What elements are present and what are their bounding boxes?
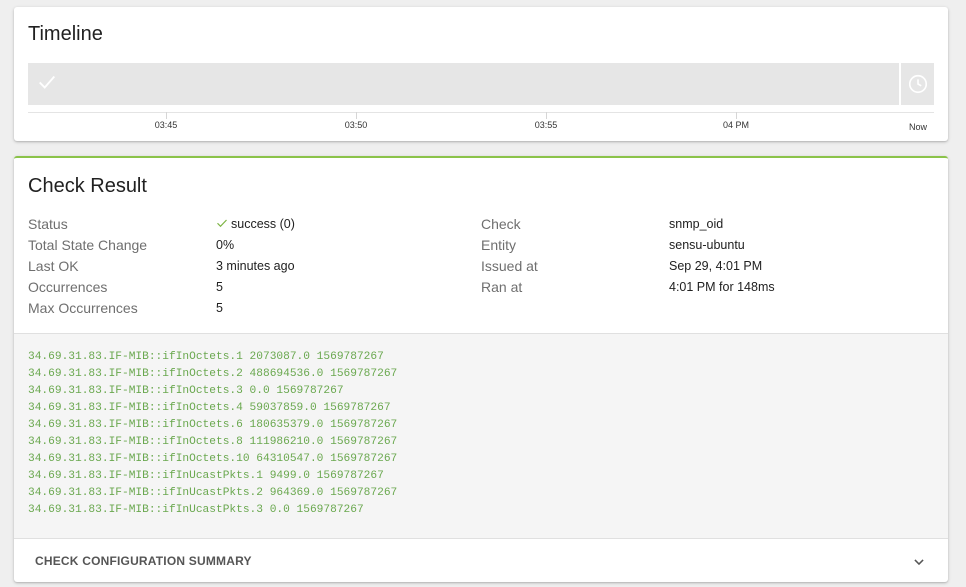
timeline-card: Timeline 03:45 03:50 03:55 04 PM Now (14, 7, 948, 141)
timeline-title: Timeline (28, 23, 103, 45)
left-labels: Status Total State Change Last OK Occurr… (28, 214, 147, 319)
left-values: success (0) 0% 3 minutes ago 5 5 (216, 214, 295, 319)
last-ok-value: 3 minutes ago (216, 259, 295, 273)
total-state-change-label: Total State Change (28, 237, 148, 253)
total-state-change-value: 0% (216, 238, 235, 252)
timeline-tick (546, 112, 547, 119)
timeline-tick (736, 112, 737, 119)
output-line: 34.69.31.83.IF-MIB::ifInOctets.1 2073087… (28, 351, 384, 363)
issued-at-value: Sep 29, 4:01 PM (669, 259, 763, 273)
check-label: Check (481, 216, 521, 232)
max-occurrences-value: 5 (216, 301, 223, 315)
timeline-tick-label: 04 PM (722, 120, 750, 130)
check-configuration-summary-toggle[interactable]: CHECK CONFIGURATION SUMMARY (14, 539, 948, 584)
timeline-tick-label: 03:55 (534, 120, 558, 130)
timeline-axis (28, 112, 934, 113)
timeline-now-label: Now (908, 122, 928, 132)
output-line: 34.69.31.83.IF-MIB::ifInUcastPkts.2 9643… (28, 487, 398, 499)
right-values: snmp_oid sensu-ubuntu Sep 29, 4:01 PM 4:… (669, 214, 775, 298)
timeline-now-marker[interactable] (901, 63, 934, 105)
chevron-down-icon[interactable] (912, 555, 926, 569)
entity-label: Entity (481, 237, 517, 253)
output-line: 34.69.31.83.IF-MIB::ifInOctets.10 643105… (28, 453, 398, 465)
timeline-tick (166, 112, 167, 119)
right-labels: Check Entity Issued at Ran at (481, 214, 538, 298)
occurrences-value: 5 (216, 280, 223, 294)
output-line: 34.69.31.83.IF-MIB::ifInOctets.4 5903785… (28, 402, 391, 414)
timeline-tick-label: 03:45 (154, 120, 178, 130)
check-output: 34.69.31.83.IF-MIB::ifInOctets.1 2073087… (14, 333, 948, 539)
issued-at-label: Issued at (481, 258, 538, 274)
output-line: 34.69.31.83.IF-MIB::ifInOctets.2 4886945… (28, 368, 398, 380)
check-name-link[interactable]: snmp_oid (669, 214, 775, 235)
output-line: 34.69.31.83.IF-MIB::ifInOctets.6 1806353… (28, 419, 398, 431)
status-value: success (0) (216, 214, 295, 235)
status-label: Status (28, 216, 68, 232)
timeline-tick (356, 112, 357, 119)
check-icon (39, 75, 56, 89)
output-line: 34.69.31.83.IF-MIB::ifInOctets.8 1119862… (28, 436, 398, 448)
output-line: 34.69.31.83.IF-MIB::ifInOctets.3 0.0 156… (28, 385, 344, 397)
last-ok-label: Last OK (28, 258, 79, 274)
check-result-card: Check Result Status Total State Change L… (14, 156, 948, 582)
timeline-tick-label: 03:50 (344, 120, 368, 130)
summary-label: CHECK CONFIGURATION SUMMARY (35, 554, 252, 568)
status-text: success (0) (231, 217, 295, 231)
ran-at-label: Ran at (481, 279, 523, 295)
timeline-event-bar[interactable] (28, 63, 899, 105)
occurrences-label: Occurrences (28, 279, 108, 295)
output-line: 34.69.31.83.IF-MIB::ifInUcastPkts.3 0.0 … (28, 504, 364, 516)
check-icon (217, 219, 227, 228)
clock-icon (908, 74, 928, 94)
check-result-title: Check Result (28, 175, 147, 197)
max-occurrences-label: Max Occurrences (28, 300, 138, 316)
output-line: 34.69.31.83.IF-MIB::ifInUcastPkts.1 9499… (28, 470, 384, 482)
entity-link[interactable]: sensu-ubuntu (669, 235, 775, 256)
ran-at-value: 4:01 PM for 148ms (669, 280, 775, 294)
